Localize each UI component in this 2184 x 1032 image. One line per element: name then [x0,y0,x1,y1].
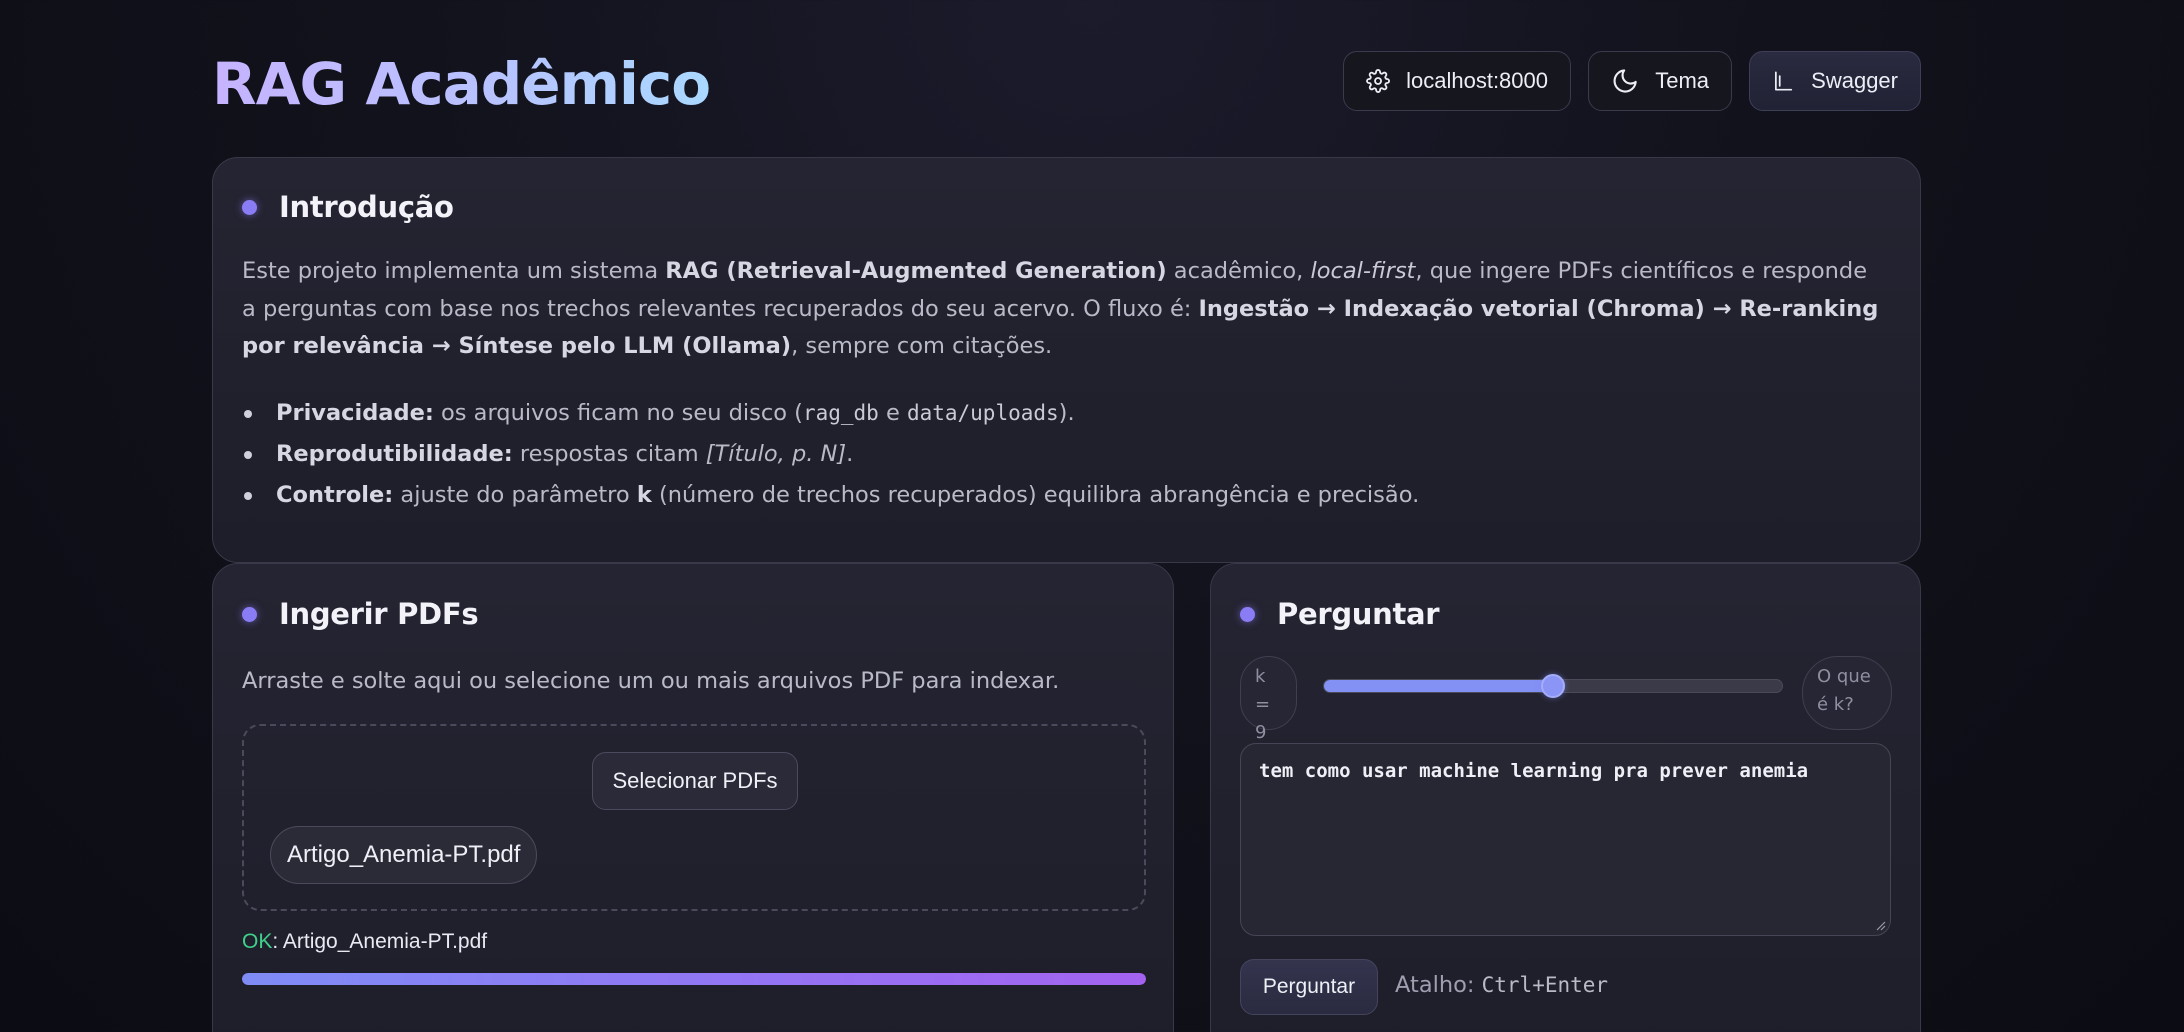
ingest-progress-bar [242,973,1146,985]
k-help-button[interactable]: O que é k? [1802,656,1892,730]
ingest-heading: Ingerir PDFs [279,597,479,631]
moon-icon [1613,69,1637,93]
ingest-progress-fill [242,973,1146,985]
theme-label: Tema [1655,68,1709,93]
intro-paragraph: Este projeto implementa um sistema RAG (… [242,258,1879,359]
swagger-label: Swagger [1811,68,1898,93]
gear-icon [1366,69,1390,93]
pdf-dropzone[interactable]: Selecionar PDFs Artigo_Anemia-PT.pdf [242,724,1146,911]
intro-heading: Introdução [279,190,454,224]
bullet-dot-icon [242,606,257,622]
k-slider[interactable] [1323,674,1783,698]
ask-card: Perguntar k = 9 O que é k? tem como usar… [1210,563,1921,1032]
server-label: localhost:8000 [1406,68,1548,93]
chart-axes-icon [1774,71,1793,91]
shortcut-hint: Atalho: Ctrl+Enter [1395,972,1609,998]
question-input[interactable]: tem como usar machine learning pra preve… [1240,743,1891,936]
intro-header: Introdução [242,190,454,224]
status-file: : Artigo_Anemia-PT.pdf [272,930,488,953]
bullet-dot-icon [1240,606,1255,622]
ask-heading: Perguntar [1277,597,1440,631]
list-item: Reprodutibilidade: respostas citam [Títu… [244,434,1419,475]
app-title: RAG Acadêmico [212,50,711,118]
ask-button[interactable]: Perguntar [1240,959,1378,1015]
intro-card: Introdução Este projeto implementa um si… [212,157,1921,563]
file-chip: Artigo_Anemia-PT.pdf [270,826,538,884]
swagger-button[interactable]: Swagger [1749,51,1921,111]
ingest-header: Ingerir PDFs [242,597,479,631]
ingest-status: OK: Artigo_Anemia-PT.pdf [242,930,487,954]
list-item: Controle: ajuste do parâmetro k (número … [244,475,1419,516]
intro-bullets: Privacidade: os arquivos ficam no seu di… [244,393,1419,516]
bullet-dot-icon [242,199,257,215]
server-button[interactable]: localhost:8000 [1343,51,1571,111]
resize-grip-icon[interactable] [1874,919,1886,931]
status-ok-label: OK [242,930,273,953]
k-value-badge: k = 9 [1240,656,1297,743]
question-text: tem como usar machine learning pra preve… [1259,760,1809,782]
list-item: Privacidade: os arquivos ficam no seu di… [244,393,1419,434]
ask-header: Perguntar [1240,597,1440,631]
theme-button[interactable]: Tema [1588,51,1732,111]
select-pdfs-button[interactable]: Selecionar PDFs [592,752,798,810]
ingest-description: Arraste e solte aqui ou selecione um ou … [242,668,1060,694]
k-slider-thumb[interactable] [1541,674,1565,698]
k-slider-fill [1324,680,1553,692]
ingest-card: Ingerir PDFs Arraste e solte aqui ou sel… [212,563,1174,1032]
